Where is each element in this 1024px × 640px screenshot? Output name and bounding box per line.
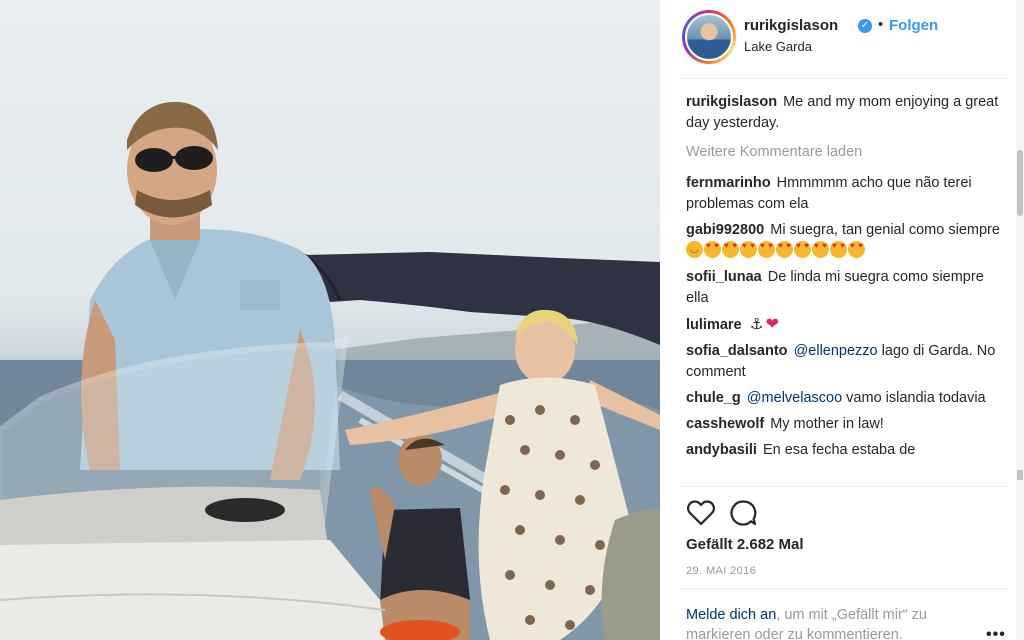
separator-dot: • (878, 16, 884, 33)
heart-eyes-emoji-icon (704, 241, 721, 258)
login-prompt: Melde dich an, um mit „Gefällt mir“ zu m… (686, 605, 986, 640)
comments-list[interactable]: rurikgislason Me and my mom enjoying a g… (686, 92, 1002, 484)
comment-username[interactable]: gabi992800 (686, 222, 764, 238)
comment-username[interactable]: sofia_dalsanto (686, 343, 788, 359)
heart-eyes-emoji-icon (848, 241, 865, 258)
story-ring[interactable] (682, 10, 736, 64)
post-actions (684, 498, 784, 530)
caption: rurikgislason Me and my mom enjoying a g… (686, 92, 1002, 134)
anchor-emoji-icon: ⚓ (749, 316, 764, 333)
heart-eyes-emoji-icon (812, 241, 829, 258)
heart-eyes-emoji-icon (740, 241, 757, 258)
comment-text: vamo islandia todavia (846, 390, 986, 406)
comment-item: andybasili En esa fecha estaba de (686, 440, 1002, 461)
likes-count[interactable]: Gefällt 2.682 Mal (686, 536, 804, 553)
scrollbar-thumb[interactable] (1017, 150, 1023, 216)
load-more-comments-link[interactable]: Weitere Kommentare laden (686, 142, 1002, 163)
follow-button[interactable]: Folgen (889, 17, 938, 34)
verified-badge-icon: ✓ (858, 19, 872, 33)
comment-username[interactable]: sofii_lunaa (686, 269, 762, 285)
heart-eyes-emoji-icon (758, 241, 775, 258)
comment-username[interactable]: fernmarinho (686, 175, 771, 191)
comment-mention[interactable]: @ellenpezzo (794, 343, 878, 359)
comment-mention[interactable]: @melvelascoo (747, 390, 842, 406)
comment-item: casshewolf My mother in law! (686, 414, 1002, 435)
smiling-emoji-icon (686, 241, 703, 258)
header-divider (680, 78, 1006, 79)
header-username[interactable]: rurikgislason (744, 17, 838, 34)
more-options-icon[interactable]: ••• (986, 626, 1006, 640)
comment-item: chule_g @melvelascoo vamo islandia todav… (686, 388, 1002, 409)
comment-text: My mother in law! (770, 416, 884, 432)
avatar[interactable] (685, 13, 733, 61)
caption-username[interactable]: rurikgislason (686, 94, 777, 110)
comment-username[interactable]: casshewolf (686, 416, 764, 432)
comment-username[interactable]: lulimare (686, 317, 742, 333)
login-link[interactable]: Melde dich an (686, 607, 776, 623)
comments-divider (680, 486, 1006, 487)
post-photo[interactable] (0, 0, 660, 640)
heart-outline-icon[interactable] (686, 498, 716, 528)
heart-eyes-emoji-icon (794, 241, 811, 258)
comment-item: sofii_lunaa De linda mi suegra como siem… (686, 267, 1002, 309)
heart-eyes-emoji-icon (830, 241, 847, 258)
comment-item: gabi992800 Mi suegra, tan genial como si… (686, 220, 1002, 262)
comment-item: lulimare ⚓ ❤ (686, 314, 1002, 336)
comment-text: Mi suegra, tan genial como siempre (770, 222, 1000, 238)
boat-scene-illustration (0, 101, 660, 640)
comment-username[interactable]: chule_g (686, 390, 741, 406)
comment-text: En esa fecha estaba de (762, 442, 916, 458)
heart-eyes-emoji-icon (722, 241, 739, 258)
location-link[interactable]: Lake Garda (744, 39, 812, 54)
footer-divider (680, 588, 1006, 589)
speech-bubble-icon[interactable] (728, 498, 758, 528)
comments-scrollbar[interactable] (1016, 0, 1024, 640)
comment-item: sofia_dalsanto @ellenpezzo lago di Garda… (686, 341, 1002, 383)
post-date: 29. MAI 2016 (686, 565, 757, 577)
comment-username[interactable]: andybasili (686, 442, 757, 458)
post-side-panel: rurikgislason ✓ • Folgen Lake Garda ruri… (660, 0, 1024, 640)
scrollbar-end (1017, 470, 1023, 480)
post-header: rurikgislason ✓ • Folgen Lake Garda (680, 10, 1006, 68)
red-heart-emoji-icon: ❤ (765, 316, 780, 333)
comment-item: fernmarinho Hmmmmm acho que não terei pr… (686, 173, 1002, 215)
heart-eyes-emoji-icon (776, 241, 793, 258)
